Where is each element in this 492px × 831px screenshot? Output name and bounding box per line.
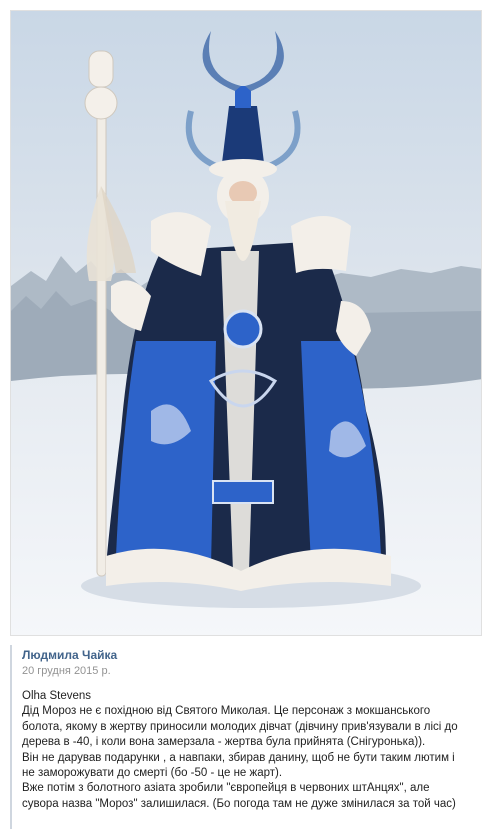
author-name[interactable]: Людмила Чайка (22, 647, 482, 663)
post-date[interactable]: 20 грудня 2015 р. (22, 663, 482, 679)
text-line: Olha Stevens (22, 690, 92, 702)
text-line: Вже потім з болотного азіата зробили "єв… (22, 782, 430, 795)
text-line: Дід Мороз не є похідною від Святого Мико… (22, 705, 431, 718)
text-line: Він не дарував подарунки , а навпаки, зб… (22, 751, 455, 764)
post-caption: Людмила Чайка 20 грудня 2015 р. Olha Ste… (10, 645, 482, 829)
text-line: не заморожувати до смерті (бо -50 - це н… (22, 767, 283, 780)
text-line: сувора назва "Мороз" залишилася. (Бо пог… (22, 797, 456, 810)
ded-moroz-photo (11, 11, 481, 635)
text-line: дерева в -40, і коли вона замерзала - же… (22, 736, 426, 749)
post-text: Olha Stevens Дід Мороз не є похідною від… (22, 689, 482, 812)
post-photo[interactable] (10, 10, 482, 636)
text-line: болота, якому в жертву приносили молодих… (22, 720, 458, 733)
